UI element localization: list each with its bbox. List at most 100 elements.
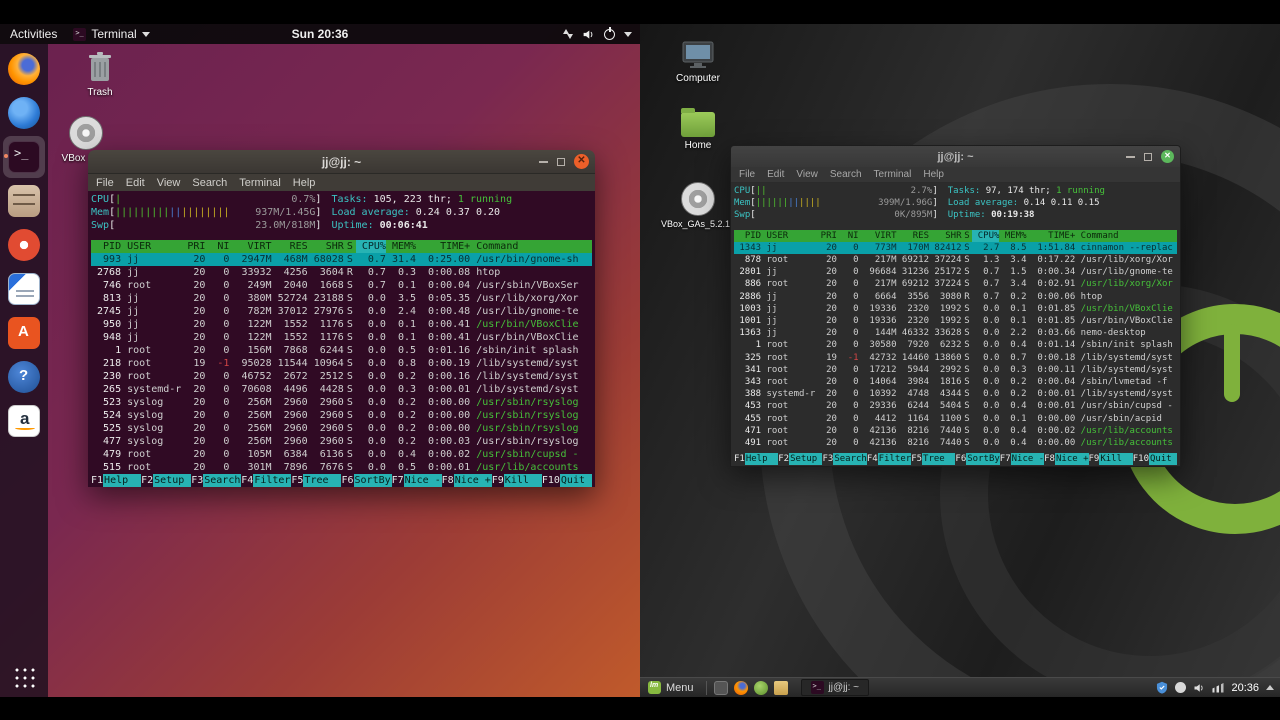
process-row[interactable]: 2745jj200782M3701227976S0.02.40:00.48/us…	[91, 305, 592, 318]
show-applications-button[interactable]	[12, 665, 36, 689]
titlebar[interactable]: jj@jj: ~ ✕	[88, 150, 595, 174]
menu-terminal[interactable]: Terminal	[239, 177, 281, 189]
maximize-button[interactable]	[1144, 153, 1152, 161]
column-res[interactable]: RES	[897, 230, 930, 242]
column-pri[interactable]: PRI	[815, 230, 837, 242]
ubuntu-software-icon[interactable]	[3, 312, 45, 354]
amazon-icon[interactable]	[3, 400, 45, 442]
fkey-nice[interactable]: F7Nice -	[392, 474, 442, 487]
fkey-tree[interactable]: F5Tree	[911, 453, 955, 465]
process-row[interactable]: 524syslog200256M29602960S0.00.20:00.00/u…	[91, 409, 592, 422]
process-row[interactable]: 950jj200122M15521176S0.00.10:00.41/usr/b…	[91, 318, 592, 331]
help-icon[interactable]	[3, 356, 45, 398]
column-cmd[interactable]: Command	[470, 240, 592, 253]
process-row[interactable]: 230root2004675226722512S0.00.20:00.16/li…	[91, 370, 592, 383]
system-status-area[interactable]	[563, 28, 632, 41]
process-row[interactable]: 1root2003058079206232S0.00.40:01.14/sbin…	[734, 339, 1177, 351]
volume-icon[interactable]	[1193, 682, 1205, 694]
focused-app-menu[interactable]: Terminal	[73, 27, 149, 41]
process-row[interactable]: 525syslog200256M29602960S0.00.20:00.00/u…	[91, 422, 592, 435]
process-row[interactable]: 343root2001406439841816S0.00.20:00.04/sb…	[734, 376, 1177, 388]
process-row[interactable]: 886root200217M6921237224S0.73.40:02.91/u…	[734, 278, 1177, 290]
process-row[interactable]: 341root2001721259442992S0.00.30:00.11/li…	[734, 364, 1177, 376]
computer-desktop-icon[interactable]: Computer	[666, 40, 730, 84]
menu-button[interactable]: Menu	[640, 678, 702, 697]
process-row[interactable]: 948jj200122M15521176S0.00.10:00.41/usr/b…	[91, 331, 592, 344]
fkey-quit[interactable]: F10Quit	[542, 474, 592, 487]
fkey-kill[interactable]: F9Kill	[1089, 453, 1133, 465]
minimize-button[interactable]	[539, 161, 548, 163]
close-button[interactable]: ✕	[574, 154, 589, 169]
menu-edit[interactable]: Edit	[767, 169, 784, 180]
column-shr[interactable]: SHR	[929, 230, 962, 242]
process-row[interactable]: 2801jj200966843123625172S0.71.50:00.34/u…	[734, 266, 1177, 278]
column-user[interactable]: USER	[761, 230, 815, 242]
process-row[interactable]: 1343jj200773M170M82412S2.78.51:51.84cinn…	[734, 242, 1177, 254]
process-row[interactable]: 523syslog200256M29602960S0.00.20:00.00/u…	[91, 396, 592, 409]
trash-desktop-icon[interactable]: Trash	[68, 50, 132, 98]
process-row[interactable]: 491root2004213682167440S0.00.40:00.00/us…	[734, 437, 1177, 449]
process-row[interactable]: 2768jj2003393242563604R0.70.30:00.08htop	[91, 266, 592, 279]
maximize-button[interactable]	[557, 158, 565, 166]
process-row[interactable]: 813jj200380M5272423188S0.03.50:05.35/usr…	[91, 292, 592, 305]
column-shr[interactable]: SHR	[308, 240, 344, 253]
rhythmbox-icon[interactable]	[3, 224, 45, 266]
fkey-nice[interactable]: F8Nice +	[442, 474, 492, 487]
close-button[interactable]: ✕	[1161, 150, 1174, 163]
column-s[interactable]: S	[962, 230, 973, 242]
activities-button[interactable]: Activities	[10, 27, 57, 41]
minimize-button[interactable]	[1126, 156, 1135, 158]
files-icon[interactable]	[3, 180, 45, 222]
column-user[interactable]: USER	[121, 240, 181, 253]
fkey-quit[interactable]: F10Quit	[1133, 453, 1177, 465]
column-pid[interactable]: PID	[734, 230, 761, 242]
process-row[interactable]: 1003jj2001933623201992S0.00.10:01.85/usr…	[734, 303, 1177, 315]
fkey-filter[interactable]: F4Filter	[867, 453, 911, 465]
process-row[interactable]: 453root2002933662445404S0.00.40:00.01/us…	[734, 400, 1177, 412]
fkey-sortby[interactable]: F6SortBy	[341, 474, 391, 487]
software-manager-icon[interactable]	[754, 681, 768, 695]
menu-search[interactable]: Search	[830, 169, 862, 180]
process-row[interactable]: 471root2004213682167440S0.00.40:00.02/us…	[734, 425, 1177, 437]
fkey-nice[interactable]: F8Nice +	[1044, 453, 1088, 465]
fkey-setup[interactable]: F2Setup	[778, 453, 822, 465]
thunderbird-icon[interactable]	[3, 92, 45, 134]
process-row[interactable]: 1363jj200144M4633233628S0.02.20:03.66nem…	[734, 327, 1177, 339]
process-row[interactable]: 515root200301M78967676S0.00.50:00.01/usr…	[91, 461, 592, 474]
process-row[interactable]: 265systemd-r2007060844964428S0.00.30:00.…	[91, 383, 592, 396]
process-row[interactable]: 746root200249M20401668S0.70.10:00.04/usr…	[91, 279, 592, 292]
column-mem[interactable]: MEM%	[386, 240, 416, 253]
column-cpu[interactable]: CPU%	[356, 240, 386, 253]
fkey-filter[interactable]: F4Filter	[241, 474, 291, 487]
menu-view[interactable]: View	[796, 169, 818, 180]
process-row[interactable]: 477syslog200256M29602960S0.00.20:00.03/u…	[91, 435, 592, 448]
window-list-button[interactable]: jj@jj: ~	[801, 679, 869, 696]
titlebar[interactable]: jj@jj: ~ ✕	[731, 146, 1180, 167]
fkey-tree[interactable]: F5Tree	[291, 474, 341, 487]
process-row[interactable]: 878root200217M6921237224S1.33.40:17.22/u…	[734, 254, 1177, 266]
fkey-search[interactable]: F3Search	[191, 474, 241, 487]
fkey-help[interactable]: F1Help	[91, 474, 141, 487]
fkey-search[interactable]: F3Search	[822, 453, 866, 465]
column-cpu[interactable]: CPU%	[972, 230, 999, 242]
menu-search[interactable]: Search	[192, 177, 227, 189]
panel-expand-icon[interactable]	[1266, 685, 1274, 690]
process-row[interactable]: 388systemd-r2001039247484344S0.00.20:00.…	[734, 388, 1177, 400]
column-pid[interactable]: PID	[91, 240, 121, 253]
process-row[interactable]: 455root200441211641100S0.00.10:00.00/usr…	[734, 413, 1177, 425]
user-icon[interactable]	[1175, 682, 1186, 693]
column-s[interactable]: S	[344, 240, 356, 253]
column-cmd[interactable]: Command	[1075, 230, 1177, 242]
process-row[interactable]: 218root19-1950281154410964S0.00.80:00.19…	[91, 357, 592, 370]
firefox-launcher-icon[interactable]	[734, 681, 748, 695]
column-virt[interactable]: VIRT	[859, 230, 897, 242]
files-launcher-icon[interactable]	[774, 681, 788, 695]
firefox-icon[interactable]	[3, 48, 45, 90]
fkey-sortby[interactable]: F6SortBy	[955, 453, 999, 465]
process-row[interactable]: 2886jj200666435563080R0.70.20:00.06htop	[734, 291, 1177, 303]
column-mem[interactable]: MEM%	[999, 230, 1026, 242]
fkey-help[interactable]: F1Help	[734, 453, 778, 465]
fkey-setup[interactable]: F2Setup	[141, 474, 191, 487]
menu-help[interactable]: Help	[293, 177, 316, 189]
process-row[interactable]: 993jj2002947M468M68028S0.731.40:25.00/us…	[91, 253, 592, 266]
